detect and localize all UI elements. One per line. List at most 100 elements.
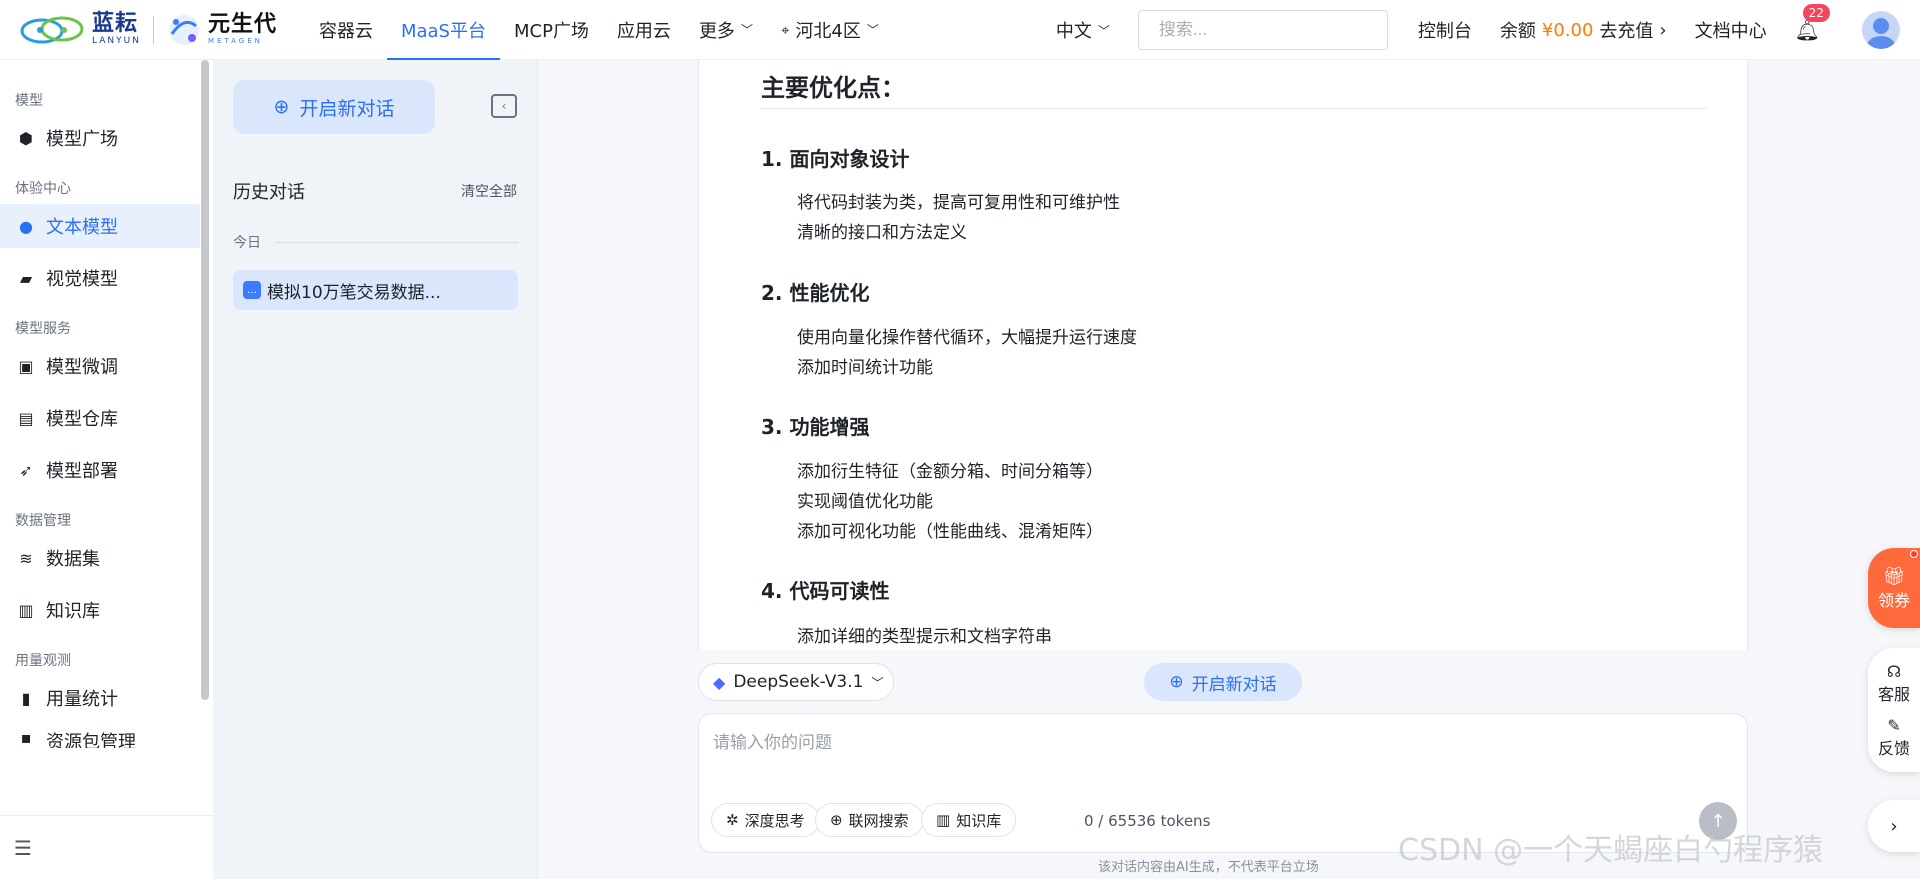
history-date-divider: 今日	[233, 232, 518, 252]
chevron-down-icon: ﹀	[871, 675, 884, 690]
collapse-panel-icon[interactable]: ‹	[491, 94, 517, 118]
lanyun-logo-cn: 蓝耘	[92, 11, 139, 36]
sidebar-item-label: 资源包管理	[46, 732, 136, 748]
location-pin-icon: ⌖	[780, 20, 790, 39]
lanyun-mark-icon	[20, 16, 84, 43]
new-chat-pill-button[interactable]: ⊕ 开启新对话	[1144, 663, 1302, 701]
assistant-answer: 主要优化点： 1. 面向对象设计 将代码封装为类，提高可复用性和可维护性 清晰的…	[698, 60, 1748, 650]
bar-chart-icon: ▮	[21, 688, 31, 708]
sidebar-item-label: 模型广场	[46, 129, 118, 150]
resource-icon: ▪	[20, 728, 32, 747]
region-selector[interactable]: ⌖ 河北4区 ﹀	[767, 0, 893, 60]
question-input[interactable]	[713, 728, 1713, 778]
sidebar-item-cut-off[interactable]: ▪ 资源包管理	[0, 728, 200, 748]
coupon-label: 领券	[1877, 590, 1910, 610]
sidebar-item-label: 文本模型	[46, 217, 118, 238]
chevron-down-icon: ﹀	[866, 23, 879, 37]
sidebar-item-knowledge-base[interactable]: ▥ 知识库	[0, 588, 200, 632]
brand-logos[interactable]: 蓝耘 LANYUN 元生代 METAGEN	[18, 0, 277, 60]
recharge-link[interactable]: 去充值	[1599, 17, 1653, 43]
user-avatar[interactable]	[1862, 11, 1900, 49]
sidebar-item-label: 数据集	[46, 549, 100, 570]
chevron-right-icon: ›	[1890, 815, 1898, 837]
lanyun-logo-en: LANYUN	[92, 36, 141, 46]
history-panel: ⊕ 开启新对话 ‹ 历史对话 清空全部 今日 … 模拟10万笔交易数据...	[213, 60, 538, 879]
model-selector[interactable]: ◆ DeepSeek-V3.1 ﹀	[698, 663, 894, 701]
console-link[interactable]: 控制台	[1418, 17, 1472, 43]
sidebar-item-dataset[interactable]: ≋ 数据集	[0, 536, 200, 580]
section-title: 1. 面向对象设计	[761, 147, 910, 171]
search-input[interactable]	[1158, 20, 1380, 40]
sidebar-group-usage: 用量观测	[15, 653, 71, 669]
answer-heading: 主要优化点：	[761, 74, 905, 102]
sidebar-item-usage-stats[interactable]: ▮ 用量统计	[0, 676, 200, 720]
plus-chat-icon: ⊕	[1169, 672, 1184, 692]
metagen-logo-en: METAGEN	[207, 37, 263, 45]
section-bullet: 清晰的接口和方法定义	[797, 223, 967, 243]
balance-area[interactable]: 余额 ¥0.00 去充值 ›	[1500, 17, 1667, 43]
notification-bell[interactable]: 🔔︎ 22	[1795, 4, 1830, 42]
expand-widget[interactable]: ›	[1868, 800, 1920, 852]
sidebar-item-label: 模型微调	[46, 357, 118, 378]
section-bullet: 添加时间统计功能	[797, 358, 933, 378]
web-search-toggle[interactable]: ⊕ 联网搜索	[815, 803, 924, 837]
new-chat-pill-label: 开启新对话	[1191, 674, 1277, 695]
main-nav: 容器云 MaaS平台 MCP广场 应用云 更多 ﹀ ⌖ 河北4区 ﹀	[305, 0, 893, 60]
sidebar-item-deploy[interactable]: ➶ 模型部署	[0, 448, 200, 492]
chat-main: 主要优化点： 1. 面向对象设计 将代码封装为类，提高可复用性和可维护性 清晰的…	[538, 60, 1920, 879]
sidebar-item-finetune[interactable]: ▣ 模型微调	[0, 344, 200, 388]
knowledge-base-toggle[interactable]: ▥ 知识库	[921, 803, 1017, 837]
history-item-title: 模拟10万笔交易数据...	[267, 282, 441, 303]
database-icon: ≋	[19, 548, 33, 568]
lanyun-logo[interactable]: 蓝耘 LANYUN	[18, 13, 141, 46]
deep-think-toggle[interactable]: ✲ 深度思考	[711, 803, 820, 837]
sidebar-group-model: 模型	[15, 93, 43, 109]
new-chat-button[interactable]: ⊕ 开启新对话	[233, 80, 435, 134]
nav-container-cloud[interactable]: 容器云	[305, 0, 387, 60]
ai-disclaimer: 该对话内容由AI生成，不代表平台立场	[1098, 860, 1319, 875]
chevron-down-icon: ﹀	[1097, 23, 1110, 38]
customer-service-button[interactable]: ☊ 客服	[1878, 662, 1910, 705]
left-sidebar: 模型 ⬢ 模型广场 体验中心 ● 文本模型 ▰ 视觉模型 模型服务 ▣ 模型微调…	[0, 60, 213, 879]
sidebar-scrollbar[interactable]	[201, 60, 209, 700]
token-counter: 0 / 65536 tokens	[1084, 812, 1211, 830]
nav-more[interactable]: 更多 ﹀	[685, 0, 767, 60]
nav-mcp[interactable]: MCP广场	[500, 0, 603, 60]
docs-link[interactable]: 文档中心	[1695, 17, 1767, 43]
web-search-label: 联网搜索	[848, 811, 909, 830]
sidebar-item-text-model[interactable]: ● 文本模型	[0, 204, 200, 248]
service-widget: ☊ 客服 ✎ 反馈	[1868, 648, 1920, 772]
metagen-logo[interactable]: 元生代 METAGEN	[166, 12, 277, 48]
nav-maas[interactable]: MaaS平台	[386, 0, 501, 60]
clear-all-button[interactable]: 清空全部	[461, 181, 517, 201]
search-box[interactable]	[1137, 10, 1388, 50]
feedback-button[interactable]: ✎ 反馈	[1878, 716, 1910, 759]
service-label: 客服	[1877, 684, 1910, 704]
sidebar-group-data: 数据管理	[15, 513, 71, 529]
section-bullet: 将代码封装为类，提高可复用性和可维护性	[797, 193, 1120, 213]
today-label: 今日	[233, 235, 261, 251]
section-title: 3. 功能增强	[761, 415, 870, 439]
chat-bubble-icon: ●	[19, 216, 33, 236]
pencil-icon: ✎	[1887, 715, 1901, 735]
sidebar-item-model-square[interactable]: ⬢ 模型广场	[0, 116, 200, 160]
deep-think-label: 深度思考	[744, 811, 805, 830]
language-selector[interactable]: 中文 ﹀	[1056, 17, 1110, 43]
menu-collapse-icon: ☰	[14, 835, 32, 860]
chat-icon: …	[243, 281, 261, 299]
nav-more-label: 更多	[698, 20, 735, 42]
history-item[interactable]: … 模拟10万笔交易数据...	[233, 270, 518, 310]
nav-app-cloud[interactable]: 应用云	[603, 0, 685, 60]
chevron-right-icon: ›	[1659, 19, 1667, 41]
gift-icon: 🎁︎	[1882, 565, 1906, 587]
sidebar-item-vision-model[interactable]: ▰ 视觉模型	[0, 256, 200, 300]
feedback-label: 反馈	[1877, 738, 1910, 758]
sidebar-item-repo[interactable]: ▤ 模型仓库	[0, 396, 200, 440]
sidebar-item-label: 视觉模型	[46, 269, 118, 290]
sidebar-group-experience: 体验中心	[15, 181, 71, 197]
sidebar-collapse-toggle[interactable]: ☰	[0, 815, 213, 879]
coupon-widget[interactable]: 🎁︎ 领券	[1868, 548, 1920, 628]
balance-amount: ¥0.00	[1541, 19, 1594, 41]
rocket-icon: ➶	[19, 460, 33, 480]
sidebar-item-label: 模型部署	[46, 461, 118, 482]
